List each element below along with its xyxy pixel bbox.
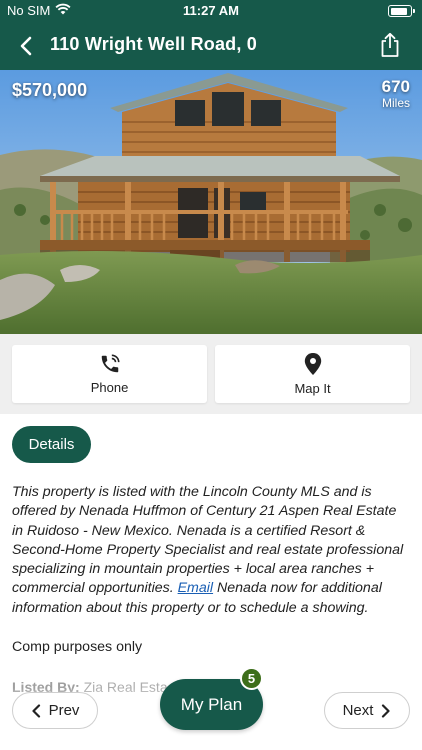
battery-fill (390, 7, 407, 15)
next-button[interactable]: Next (324, 692, 410, 729)
battery-icon (388, 5, 415, 17)
my-plan-label: My Plan (180, 694, 243, 714)
property-photo[interactable]: $570,000 670 Miles (0, 70, 422, 334)
map-it-button[interactable]: Map It (215, 345, 410, 403)
map-pin-icon (304, 353, 321, 375)
tab-details[interactable]: Details (12, 426, 91, 463)
comp-note: Comp purposes only (12, 639, 143, 655)
map-it-label: Map It (294, 381, 331, 396)
phone-label: Phone (90, 380, 129, 395)
next-label: Next (342, 702, 374, 719)
back-button[interactable] (14, 32, 38, 60)
share-icon (381, 32, 399, 57)
plan-count-badge: 5 (240, 667, 263, 690)
chevron-left-icon (31, 703, 40, 718)
phone-button[interactable]: Phone (12, 345, 207, 403)
prev-label: Prev (48, 702, 80, 719)
share-button[interactable] (378, 30, 402, 60)
page-title: 110 Wright Well Road, 0 (50, 34, 257, 54)
listing-price: $570,000 (12, 80, 88, 100)
email-link[interactable]: Email (178, 580, 213, 596)
prev-button[interactable]: Prev (12, 692, 98, 729)
property-description: This property is listed with the Lincoln… (12, 483, 410, 618)
chevron-right-icon (382, 703, 391, 718)
status-bar: No SIM 11:27 AM (0, 0, 422, 22)
chevron-left-icon (20, 36, 32, 56)
action-bar: Phone Map It (0, 334, 422, 414)
phone-icon (101, 354, 120, 373)
nav-bar: 110 Wright Well Road, 0 (0, 22, 422, 70)
distance-unit: Miles (381, 96, 410, 110)
status-time: 11:27 AM (183, 3, 239, 18)
distance-readout: 670 Miles (381, 77, 410, 111)
log-cabin-illustration (0, 70, 422, 334)
distance-value: 670 (381, 77, 410, 96)
